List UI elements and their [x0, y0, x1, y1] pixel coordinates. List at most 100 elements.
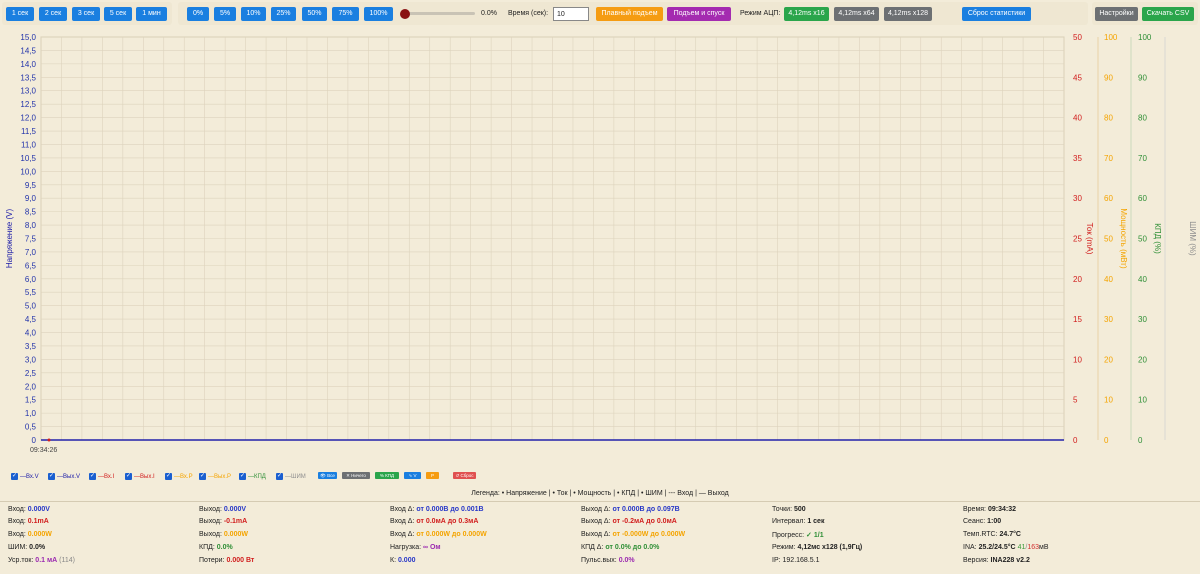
series-checkbox[interactable]: ✓ [276, 473, 283, 480]
stat-label: Выход Δ: [581, 518, 613, 525]
series-checkbox[interactable]: ✓ [89, 473, 96, 480]
stat-label: Нагрузка: [390, 544, 424, 551]
stat-value: от 0.0мА до 0.3мА [416, 518, 479, 525]
pwm-75-button[interactable]: 75% [332, 7, 359, 21]
stat-col6-row0: Время: 09:34:32 [963, 506, 1016, 513]
power-tick-label: 70 [1104, 154, 1113, 163]
stat-extra-red: 163 [1027, 544, 1039, 551]
series-toggle-label: —ШИМ [285, 473, 306, 480]
legend-button-4[interactable]: P [426, 472, 439, 479]
range-1s-button[interactable]: 1 сек [6, 7, 34, 21]
range-5s-button[interactable]: 5 сек [104, 7, 132, 21]
series-toggle-label: —Вх.I [98, 473, 115, 480]
voltage-tick-label: 3,5 [25, 342, 37, 351]
stat-label: Уср.ток: [8, 557, 36, 564]
voltage-tick-label: 14,5 [20, 46, 36, 55]
efficiency-tick-label: 60 [1138, 194, 1147, 203]
legend-button-5[interactable]: ↺ Сброс [453, 472, 476, 479]
series-toggle-label: —Вых.V [57, 473, 80, 480]
current-tick-label: 40 [1073, 114, 1082, 123]
current-tick-label: 5 [1073, 396, 1078, 405]
stat-label: INA: [963, 544, 979, 551]
stat-col3-row4: К: 0.000 [390, 557, 416, 564]
series-toggle-5[interactable]: ✓ —Вых.P [199, 472, 231, 481]
range-1m-button[interactable]: 1 мин [136, 7, 167, 21]
stat-value: от 0.0% до 0.0% [605, 544, 660, 551]
stat-label: КПД Δ: [581, 544, 606, 551]
pwm-0-button[interactable]: 0% [187, 7, 209, 21]
stat-value: 25.2/24.5°C [978, 544, 1016, 551]
download-csv-button[interactable]: Скачать CSV [1142, 7, 1194, 21]
current-tick-label: 30 [1073, 194, 1082, 203]
series-checkbox[interactable]: ✓ [199, 473, 206, 480]
pwm-value: 0.0% [481, 10, 497, 17]
settings-button[interactable]: Настройки [1095, 7, 1138, 21]
smooth-rise-button[interactable]: Плавный подъем [596, 7, 663, 21]
time-input[interactable] [553, 7, 589, 21]
series-checkbox[interactable]: ✓ [11, 473, 18, 480]
series-toggle-0[interactable]: ✓ —Вх.V [11, 472, 39, 481]
legend-button-1[interactable]: ✕ Ничего [342, 472, 370, 479]
stat-col4-row0: Выход Δ: от 0.000В до 0.097В [581, 506, 680, 513]
pwm-slider[interactable] [403, 12, 475, 15]
series-toggle-label: —Вых.I [134, 473, 155, 480]
stat-col3-row0: Вход Δ: от 0.000В до 0.001В [390, 506, 484, 513]
stat-value: 0.0% [618, 557, 635, 564]
legend-button-3[interactable]: ∿ V [404, 472, 421, 479]
efficiency-axis-title: КПД (%) [1153, 223, 1162, 254]
series-toggle-6[interactable]: ✓ —КПД [239, 472, 266, 481]
rise-fall-button[interactable]: Подъем и спуск [667, 7, 731, 21]
series-toggle-1[interactable]: ✓ —Вых.V [48, 472, 80, 481]
stat-value: 0.000W [27, 531, 52, 538]
series-toggle-3[interactable]: ✓ —Вых.I [125, 472, 155, 481]
efficiency-tick-label: 100 [1138, 33, 1152, 42]
series-toggle-7[interactable]: ✓ —ШИМ [276, 472, 306, 481]
range-3s-button[interactable]: 3 сек [72, 7, 100, 21]
pwm-5-button[interactable]: 5% [214, 7, 236, 21]
stat-value: 24.7°C [999, 531, 1021, 538]
stat-label: Выход: [199, 518, 224, 525]
current-point [47, 438, 51, 442]
stat-col6-row1: Сеанс: 1:00 [963, 518, 1001, 525]
voltage-tick-label: 7,0 [25, 248, 37, 257]
adc-mode-label: Режим АЦП: [740, 10, 781, 17]
pwm-25-button[interactable]: 25% [271, 7, 296, 21]
stats-panel: Вход: 0.000V Вход: 0.1mA Вход: 0.000W ШИМ: … [0, 504, 1200, 574]
series-checkbox[interactable]: ✓ [239, 473, 246, 480]
stat-label: Вход: [8, 531, 28, 538]
voltage-tick-label: 6,5 [25, 261, 37, 270]
voltage-tick-label: 12,5 [20, 100, 36, 109]
adc-x16-button[interactable]: 4,12ms x16 [784, 7, 829, 21]
voltage-tick-label: 10,0 [20, 167, 36, 176]
voltage-tick-label: 0 [32, 436, 37, 445]
current-tick-label: 25 [1073, 235, 1082, 244]
current-tick-label: 20 [1073, 275, 1082, 284]
power-tick-label: 20 [1104, 355, 1113, 364]
stat-value: от 0.000В до 0.097В [612, 506, 680, 513]
power-tick-label: 10 [1104, 396, 1113, 405]
stat-value: 0.000V [223, 506, 247, 513]
stat-col1-row1: Вход: 0.1mA [8, 518, 49, 525]
legend-button-0[interactable]: 👁 Все [318, 472, 337, 479]
series-checkbox[interactable]: ✓ [165, 473, 172, 480]
reset-stats-button[interactable]: Сброс статистики [962, 7, 1031, 21]
pwm-10-button[interactable]: 10% [241, 7, 266, 21]
stat-col3-row2: Вход Δ: от 0.000W до 0.000W [390, 531, 487, 538]
pwm-slider-handle[interactable] [400, 9, 410, 19]
pwm-100-button[interactable]: 100% [364, 7, 393, 21]
adc-x128-button[interactable]: 4,12ms x128 [884, 7, 932, 21]
series-checkbox[interactable]: ✓ [125, 473, 132, 480]
stat-value: от -0.2мА до 0.0мА [612, 518, 677, 525]
range-2s-button[interactable]: 2 сек [39, 7, 67, 21]
pwm-50-button[interactable]: 50% [302, 7, 327, 21]
legend-button-2[interactable]: % КПД [375, 472, 399, 479]
series-checkbox[interactable]: ✓ [48, 473, 55, 480]
voltage-tick-label: 9,0 [25, 194, 37, 203]
stat-col6-row3: INA: 25.2/24.5°C 41/163мВ [963, 544, 1048, 551]
series-toggle-4[interactable]: ✓ —Вх.P [165, 472, 193, 481]
adc-x64-button[interactable]: 4,12ms x64 [834, 7, 879, 21]
stat-col2-row2: Выход: 0.000W [199, 531, 248, 538]
series-toggle-2[interactable]: ✓ —Вх.I [89, 472, 114, 481]
efficiency-tick-label: 50 [1138, 235, 1147, 244]
stat-extra: (114) [57, 557, 75, 564]
